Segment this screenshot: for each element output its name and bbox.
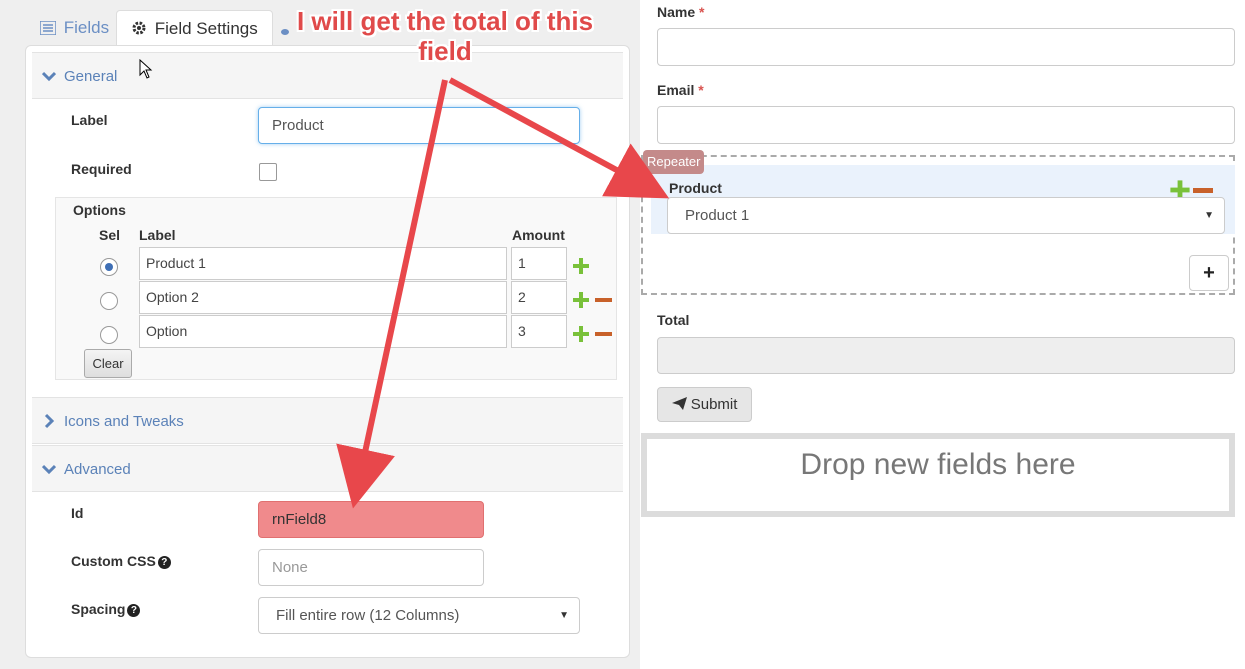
- tab-field-settings[interactable]: Field Settings: [116, 10, 273, 46]
- custom-css-title-text: Custom CSS: [71, 553, 156, 569]
- section-advanced-title: Advanced: [64, 461, 131, 478]
- label-title: Label: [71, 112, 108, 128]
- field-settings-panel: General Label Product Required Options S…: [25, 45, 630, 658]
- mouse-cursor-icon: [139, 58, 153, 83]
- chevron-down-icon: [41, 446, 57, 512]
- section-general-title: General: [64, 68, 118, 85]
- total-input: [657, 337, 1235, 374]
- remove-row-icon[interactable]: [1193, 188, 1213, 193]
- option-radio-1[interactable]: [100, 258, 118, 276]
- caret-down-icon: ▼: [1204, 210, 1214, 221]
- options-box: Options Sel Label Amount Product 1 1 Opt…: [55, 197, 617, 380]
- option-amount-1[interactable]: 1: [511, 247, 567, 280]
- custom-css-title: Custom CSS?: [71, 553, 171, 569]
- editor-pane: Fields Field Settings General Label Prod…: [0, 0, 640, 669]
- repeater-row: Product Product 1 ▼: [651, 165, 1235, 234]
- product-label: Product: [669, 180, 722, 196]
- section-advanced-header[interactable]: Advanced: [32, 445, 623, 492]
- required-marker: *: [698, 82, 704, 98]
- product-select[interactable]: Product 1 ▼: [667, 197, 1225, 234]
- col-label-header: Label: [139, 227, 176, 243]
- required-marker: *: [699, 4, 705, 20]
- options-title: Options: [73, 202, 126, 218]
- name-input[interactable]: [657, 28, 1235, 66]
- spacing-title: Spacing?: [71, 601, 141, 617]
- spacing-title-text: Spacing: [71, 601, 126, 617]
- col-amount-header: Amount: [512, 227, 565, 243]
- section-icons-tweaks-header[interactable]: Icons and Tweaks: [32, 397, 623, 444]
- id-title: Id: [71, 505, 84, 521]
- add-option-icon[interactable]: [573, 326, 589, 342]
- section-icons-tweaks-title: Icons and Tweaks: [64, 413, 184, 430]
- option-radio-3[interactable]: [100, 326, 118, 344]
- option-label-3[interactable]: Option: [139, 315, 507, 348]
- product-select-value: Product 1: [685, 207, 750, 224]
- list-icon: [39, 18, 64, 37]
- tab-fields-label: Fields: [63, 18, 110, 37]
- name-label: Name *: [657, 4, 704, 20]
- email-input[interactable]: [657, 106, 1235, 144]
- gear-icon: [131, 19, 155, 38]
- option-label-2[interactable]: Option 2: [139, 281, 507, 314]
- spacing-select[interactable]: Fill entire row (12 Columns) ▼: [258, 597, 580, 634]
- remove-option-icon[interactable]: [595, 298, 612, 302]
- name-label-text: Name: [657, 4, 696, 20]
- tab-field-settings-label: Field Settings: [154, 19, 258, 38]
- help-icon[interactable]: ?: [127, 604, 141, 617]
- add-repeater-row-button[interactable]: +: [1189, 255, 1229, 291]
- paper-plane-icon: [671, 396, 691, 413]
- tab-fields[interactable]: Fields: [26, 10, 123, 46]
- clear-button[interactable]: Clear: [84, 349, 132, 378]
- label-input[interactable]: Product: [258, 107, 580, 144]
- caret-down-icon: ▼: [559, 610, 569, 621]
- chevron-down-icon: [41, 53, 57, 119]
- custom-css-input[interactable]: None: [258, 549, 484, 586]
- spacing-select-value: Fill entire row (12 Columns): [276, 607, 460, 624]
- email-label-text: Email: [657, 82, 695, 98]
- submit-button[interactable]: Submit: [657, 387, 752, 422]
- drop-zone[interactable]: Drop new fields here: [641, 433, 1235, 517]
- repeater-container[interactable]: Product Product 1 ▼: [641, 155, 1235, 295]
- required-checkbox[interactable]: [259, 163, 277, 181]
- total-label: Total: [657, 312, 690, 328]
- add-option-icon[interactable]: [573, 292, 589, 308]
- col-sel-header: Sel: [99, 227, 121, 243]
- help-icon[interactable]: ?: [157, 556, 171, 569]
- option-radio-2[interactable]: [100, 292, 118, 310]
- required-title: Required: [71, 161, 132, 177]
- remove-option-icon[interactable]: [595, 332, 612, 336]
- id-input[interactable]: rnField8: [258, 501, 484, 538]
- annotation-text: I will get the total of this field: [296, 6, 594, 66]
- repeater-badge: Repeater: [643, 150, 705, 174]
- add-option-icon[interactable]: [573, 258, 589, 274]
- option-amount-3[interactable]: 3: [511, 315, 567, 348]
- email-label: Email *: [657, 82, 704, 98]
- option-label-1[interactable]: Product 1: [139, 247, 507, 280]
- submit-label: Submit: [690, 396, 738, 413]
- form-preview: Name * Email * Product Product 1 ▼ Repea…: [641, 0, 1245, 669]
- option-amount-2[interactable]: 2: [511, 281, 567, 314]
